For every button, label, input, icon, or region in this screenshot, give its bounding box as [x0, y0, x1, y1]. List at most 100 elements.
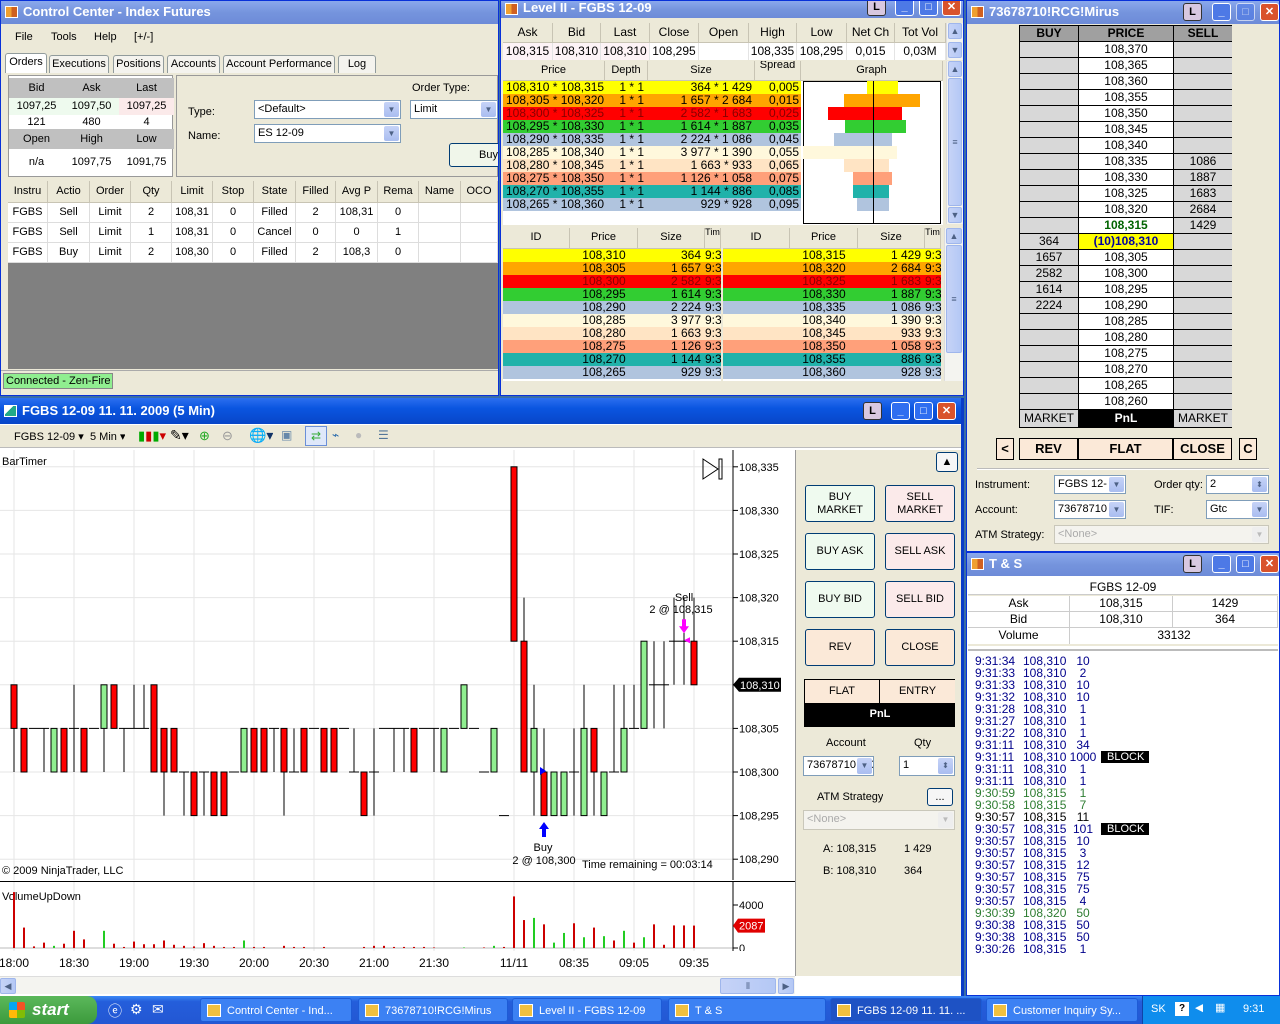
atm-strategy-select[interactable]: <None> ▼ — [803, 810, 955, 830]
menu-[interactable]: [+/-] — [134, 31, 153, 43]
buy-cell[interactable] — [1020, 202, 1078, 217]
title-bar[interactable]: Level II - FGBS 12-09 L _ □ ✕ — [501, 1, 963, 18]
order-cell[interactable] — [461, 243, 498, 263]
buy-cell[interactable] — [1020, 218, 1078, 233]
buy-cell[interactable] — [1020, 90, 1078, 105]
buy-cell[interactable] — [1020, 378, 1078, 393]
scroll-right-icon[interactable]: ▶ — [778, 978, 794, 994]
account-select[interactable]: 73678710!RC ▼ — [803, 756, 874, 776]
bid-header[interactable]: Tim — [705, 228, 721, 249]
sell-cell[interactable] — [1174, 282, 1232, 297]
tab-accounts[interactable]: Accounts — [167, 55, 220, 73]
order-cell[interactable]: 108,31 — [172, 203, 213, 223]
tab-positions[interactable]: Positions — [113, 55, 164, 73]
properties-icon[interactable]: ▣ — [281, 428, 292, 442]
buy-cell[interactable] — [1020, 346, 1078, 361]
book-header[interactable]: Spread — [755, 61, 801, 81]
start-button[interactable]: start — [0, 996, 97, 1024]
sell-cell[interactable] — [1174, 378, 1232, 393]
sell-cell[interactable]: 1683 — [1174, 186, 1232, 201]
sell-cell[interactable] — [1174, 58, 1232, 73]
order-cell[interactable]: 108,3 — [336, 243, 378, 263]
center-button[interactable]: C — [1239, 438, 1257, 460]
buy-cell[interactable] — [1020, 394, 1078, 409]
scroll-up-icon[interactable]: ▲ — [948, 23, 962, 39]
sell-cell[interactable] — [1174, 298, 1232, 313]
buy-cell[interactable] — [1020, 42, 1078, 57]
taskbar-item[interactable]: FGBS 12-09 11. 11. ... — [830, 998, 982, 1022]
minimize-button[interactable]: _ — [1212, 3, 1231, 21]
account-select[interactable]: 73678710 ▼ — [1054, 500, 1126, 519]
close-button[interactable]: CLOSE — [1173, 438, 1232, 460]
scroll-up-icon[interactable]: ▲ — [948, 61, 962, 77]
buy-cell[interactable]: 1657 — [1020, 250, 1078, 265]
price-chart[interactable]: 108,290 108,295 108,300 108,305 108,310 108,3… — [0, 450, 795, 880]
order-cell[interactable]: 108,31 — [336, 203, 378, 223]
tab-log[interactable]: Log — [338, 55, 376, 73]
order-cell[interactable]: 2 — [131, 243, 172, 263]
scroll-up-icon[interactable]: ▲ — [946, 228, 962, 244]
ask-header[interactable]: Price — [790, 228, 858, 249]
order-cell[interactable]: Sell — [48, 203, 90, 223]
column-header[interactable]: State — [254, 181, 296, 203]
help-icon[interactable]: ? — [1175, 1002, 1189, 1016]
chart-trader-icon[interactable]: ⇄ — [305, 426, 327, 446]
scroll-thumb[interactable]: ⦀ — [720, 978, 776, 994]
buy-cell[interactable] — [1020, 330, 1078, 345]
order-cell[interactable]: 108,31 — [172, 223, 213, 243]
sell-cell[interactable] — [1174, 330, 1232, 345]
data-box-icon[interactable]: ☰ — [378, 428, 389, 442]
summary-scrollbar[interactable]: ▲ ▼ — [946, 23, 963, 60]
sell-market-button[interactable]: SELL MARKET — [885, 485, 955, 522]
column-header[interactable]: Limit — [172, 181, 213, 203]
order-cell[interactable]: Filled — [254, 243, 296, 263]
order-cell[interactable] — [419, 243, 461, 263]
order-cell[interactable] — [419, 203, 461, 223]
close-button[interactable]: ✕ — [1260, 555, 1279, 573]
scroll-left-icon[interactable]: ◀ — [0, 978, 16, 994]
title-bar[interactable]: Control Center - Index Futures — [1, 1, 498, 24]
instrument-dropdown[interactable]: FGBS 12-09 ▾ — [14, 430, 84, 443]
order-cell[interactable]: Limit — [90, 223, 131, 243]
tray-arrow-icon[interactable]: ◀ — [1195, 1001, 1203, 1014]
taskbar-item[interactable]: Customer Inquiry Sy... — [986, 998, 1138, 1022]
order-qty-input[interactable]: 2 ⬍ — [1206, 475, 1269, 494]
book-scrollbar[interactable]: ▲ ≡ ▼ — [946, 61, 963, 224]
tab-orders[interactable]: Orders — [5, 53, 47, 73]
book-header[interactable]: Depth — [605, 61, 648, 81]
horizontal-scrollbar[interactable]: ◀ ⦀ ▶ — [0, 976, 795, 994]
column-header[interactable]: Rema — [378, 181, 419, 203]
buy-cell[interactable] — [1020, 122, 1078, 137]
buy-cell[interactable] — [1020, 138, 1078, 153]
column-header[interactable]: Instru — [8, 181, 48, 203]
quicklaunch-messenger-icon[interactable]: ✉ — [152, 1001, 164, 1018]
taskbar-item[interactable]: Control Center - Ind... — [200, 998, 352, 1022]
buy-cell[interactable] — [1020, 58, 1078, 73]
sell-cell[interactable] — [1174, 122, 1232, 137]
zoom-out-icon[interactable]: ⊖ — [222, 428, 233, 444]
minimize-button[interactable]: _ — [891, 402, 910, 420]
tray-network-icon[interactable]: ▦ — [1215, 1001, 1225, 1014]
quicklaunch-ie-icon[interactable]: ⓔ — [108, 1001, 122, 1021]
order-cell[interactable]: 2 — [296, 243, 336, 263]
column-header[interactable]: Qty — [131, 181, 172, 203]
strategy-icon[interactable]: ● — [355, 428, 362, 442]
column-header[interactable]: Stop — [213, 181, 254, 203]
order-cell[interactable]: 0 — [378, 203, 419, 223]
ask-header[interactable]: Tim — [925, 228, 941, 249]
name-select[interactable]: ES 12-09 ▼ — [254, 124, 401, 143]
title-bar[interactable]: 73678710!RCG!Mirus L _ □ ✕ — [967, 1, 1279, 24]
buy-ask-button[interactable]: BUY ASK — [805, 533, 875, 570]
sell-cell[interactable] — [1174, 42, 1232, 57]
atm-strategy-select[interactable]: <None> ▼ — [1054, 525, 1269, 544]
spinner-icon[interactable]: ⬍ — [938, 758, 953, 774]
depth-scrollbar[interactable]: ▲ ≡ — [944, 228, 963, 381]
column-header[interactable]: Avg P — [336, 181, 378, 203]
tif-select[interactable]: Gtc ▼ — [1206, 500, 1269, 519]
order-cell[interactable]: 1 — [378, 223, 419, 243]
instrument-select[interactable]: FGBS 12- ▼ — [1054, 475, 1126, 494]
tab-executions[interactable]: Executions — [49, 55, 109, 73]
order-cell[interactable]: 1 — [131, 223, 172, 243]
type-select[interactable]: <Default> ▼ — [254, 100, 401, 119]
quicklaunch-app-icon[interactable]: ⚙ — [130, 1001, 143, 1018]
